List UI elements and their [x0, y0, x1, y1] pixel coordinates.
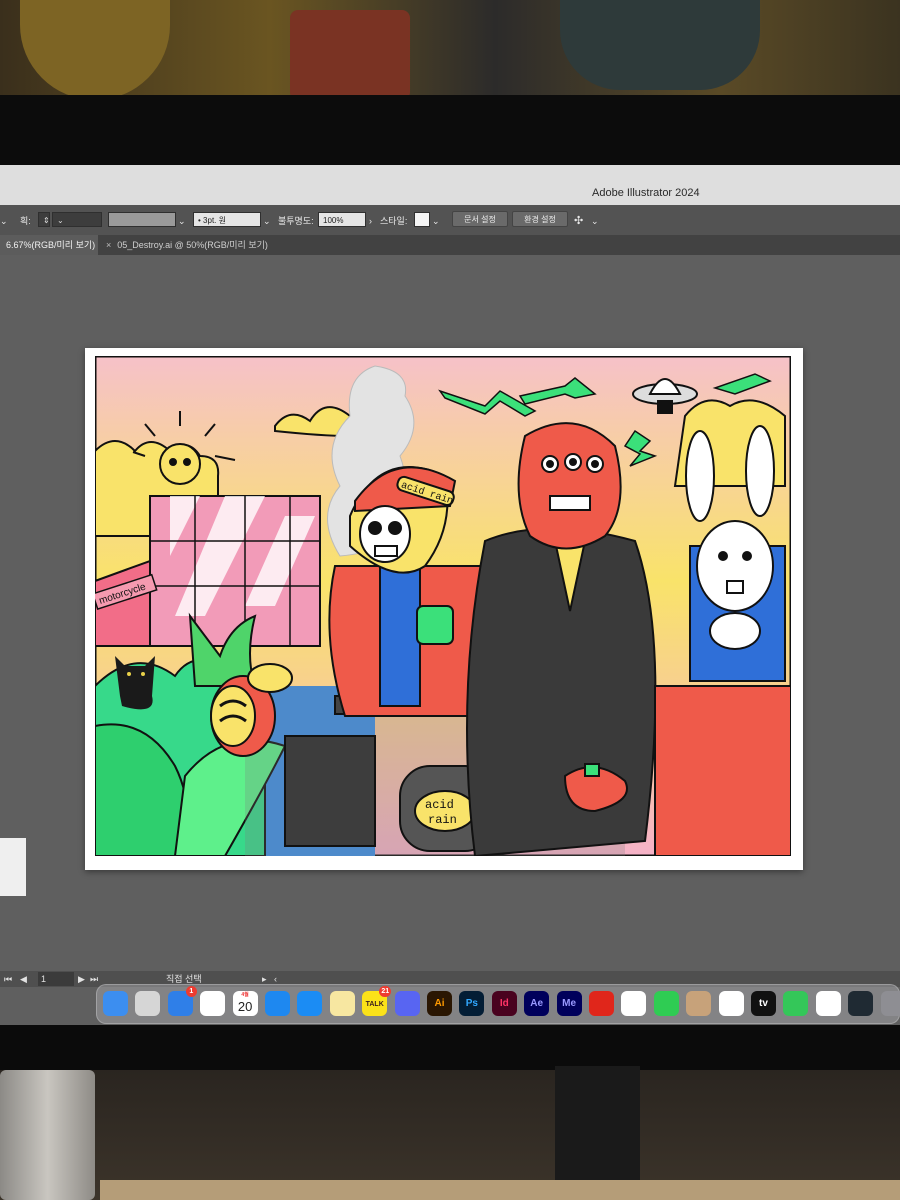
dock-messages-icon[interactable]	[783, 991, 809, 1016]
brush-definition-select[interactable]: • 3pt. 원	[193, 212, 261, 227]
dock-vpn-app-icon[interactable]	[848, 991, 874, 1016]
dock-facetime-icon[interactable]	[653, 991, 679, 1016]
illustration-acid-rain: motorcycle acid rain acid rain	[95, 356, 791, 856]
monitor-bezel-bottom	[0, 1025, 900, 1070]
document-setup-button[interactable]: 문서 설정	[452, 211, 508, 227]
dock-after-effects-icon[interactable]: Ae	[524, 991, 550, 1016]
dock-icon-label: Ae	[530, 998, 544, 1009]
notification-badge: 1	[185, 986, 197, 997]
dock-launchpad-icon[interactable]	[135, 991, 161, 1016]
dock-apple-tv-icon[interactable]: tv	[751, 991, 776, 1016]
tab-destroy-ai[interactable]: × 05_Destroy.ai @ 50%(RGB/미리 보기)	[100, 235, 280, 255]
preferences-button[interactable]: 환경 설정	[512, 211, 568, 227]
dock-app-store-icon[interactable]	[297, 991, 323, 1016]
variable-width-profile[interactable]	[108, 212, 176, 227]
dock-icon-label: tv	[759, 998, 768, 1009]
dock-acrobat-icon[interactable]	[589, 991, 614, 1016]
dock-illustrator-icon[interactable]: Ai	[427, 991, 452, 1016]
control-bar: ⌄ 획: ⇕ ⌄ ⌄ • 3pt. 원 ⌄ 불투명도: 100% › 스타일: …	[0, 205, 900, 236]
close-icon[interactable]: ×	[106, 240, 111, 250]
dock-safari-icon[interactable]	[265, 991, 290, 1016]
background-wall-posters	[0, 0, 900, 100]
monitor-bezel-top	[0, 95, 900, 165]
window-titlebar: Adobe Illustrator 2024	[0, 165, 900, 206]
dock-photoshop-icon[interactable]: Ps	[459, 991, 485, 1016]
dock-photos-icon[interactable]	[621, 991, 647, 1016]
dock-chrome-icon[interactable]	[200, 991, 226, 1016]
chevron-down-icon[interactable]: ⌄	[591, 213, 599, 229]
last-artboard-icon[interactable]: ⏭	[90, 972, 98, 986]
chevron-down-icon[interactable]: ⌄	[432, 213, 440, 229]
chevron-down-icon[interactable]: ⌄	[263, 213, 271, 229]
dock-reminders-icon[interactable]	[718, 991, 744, 1016]
tab-label: 6.67%(RGB/미리 보기)	[6, 240, 96, 250]
tab-document-1[interactable]: 6.67%(RGB/미리 보기)	[0, 235, 98, 255]
stroke-weight-stepper[interactable]: ⇕	[38, 212, 50, 227]
tank-text: acid	[425, 798, 454, 812]
poster-shape	[290, 10, 410, 100]
style-label: 스타일:	[380, 216, 408, 226]
stroke-label: 획:	[20, 216, 31, 226]
opacity-label: 불투명도:	[278, 216, 314, 226]
brush-dot-icon: •	[198, 216, 201, 225]
macos-dock: 1 4월 20 TALK 21 Ai Ps Id Ae Me tv	[96, 984, 900, 1024]
dock-zoom-icon[interactable]	[815, 991, 841, 1016]
dock-icon-label: Ps	[465, 998, 478, 1009]
dock-icon-label: Id	[499, 998, 509, 1009]
arrange-documents-icon[interactable]: ✣	[574, 213, 583, 229]
artboard-number-input[interactable]: 1	[38, 972, 74, 986]
poster-shape	[20, 0, 170, 100]
artboard[interactable]: motorcycle acid rain acid rain	[85, 348, 803, 870]
dock-system-settings-icon[interactable]	[880, 991, 900, 1016]
chevron-right-icon[interactable]: ›	[369, 213, 372, 229]
dock-mail-icon[interactable]: 1	[167, 986, 197, 1016]
dock-contacts-icon[interactable]	[686, 991, 712, 1016]
desk-shelf	[100, 1180, 900, 1200]
dock-media-encoder-icon[interactable]: Me	[556, 991, 582, 1016]
chevron-down-icon[interactable]: ⌄	[178, 213, 186, 229]
opacity-input[interactable]: 100%	[318, 212, 366, 227]
collapsed-side-panel[interactable]	[0, 838, 26, 896]
dock-icon-label: Ai	[434, 998, 445, 1009]
dock-notes-icon[interactable]	[329, 991, 355, 1016]
graphic-style-swatch[interactable]	[414, 212, 430, 227]
dock-indesign-icon[interactable]: Id	[491, 991, 517, 1016]
stroke-weight-input[interactable]: ⌄	[52, 212, 102, 227]
pencil-can	[0, 1070, 95, 1200]
calendar-day: 20	[237, 999, 253, 1014]
next-artboard-icon[interactable]: ▶	[78, 972, 85, 986]
first-artboard-icon[interactable]: ⏮	[4, 972, 12, 986]
brush-definition-value: 3pt. 원	[203, 216, 226, 225]
chevron-down-icon[interactable]: ⌄	[0, 213, 8, 229]
dock-calendar-icon[interactable]: 4월 20	[232, 991, 258, 1016]
dock-kakaotalk-icon[interactable]: TALK 21	[362, 986, 392, 1016]
dock-icon-label: Me	[562, 998, 577, 1009]
previous-artboard-icon[interactable]: ◀	[20, 972, 27, 986]
window-title: Adobe Illustrator 2024	[592, 187, 700, 199]
tab-label: 05_Destroy.ai @ 50%(RGB/미리 보기)	[117, 240, 268, 250]
document-tab-bar: 6.67%(RGB/미리 보기) × 05_Destroy.ai @ 50%(RG…	[0, 235, 900, 255]
dock-discord-icon[interactable]	[394, 991, 420, 1016]
poster-shape	[560, 0, 760, 90]
monitor-screen: Adobe Illustrator 2024 ⌄ 획: ⇕ ⌄ ⌄ • 3pt.…	[0, 165, 900, 1025]
dock-icon-label: TALK	[365, 1001, 384, 1008]
dock-finder-icon[interactable]	[103, 991, 128, 1016]
notification-badge: 21	[379, 986, 392, 997]
tank-text: rain	[428, 813, 457, 827]
